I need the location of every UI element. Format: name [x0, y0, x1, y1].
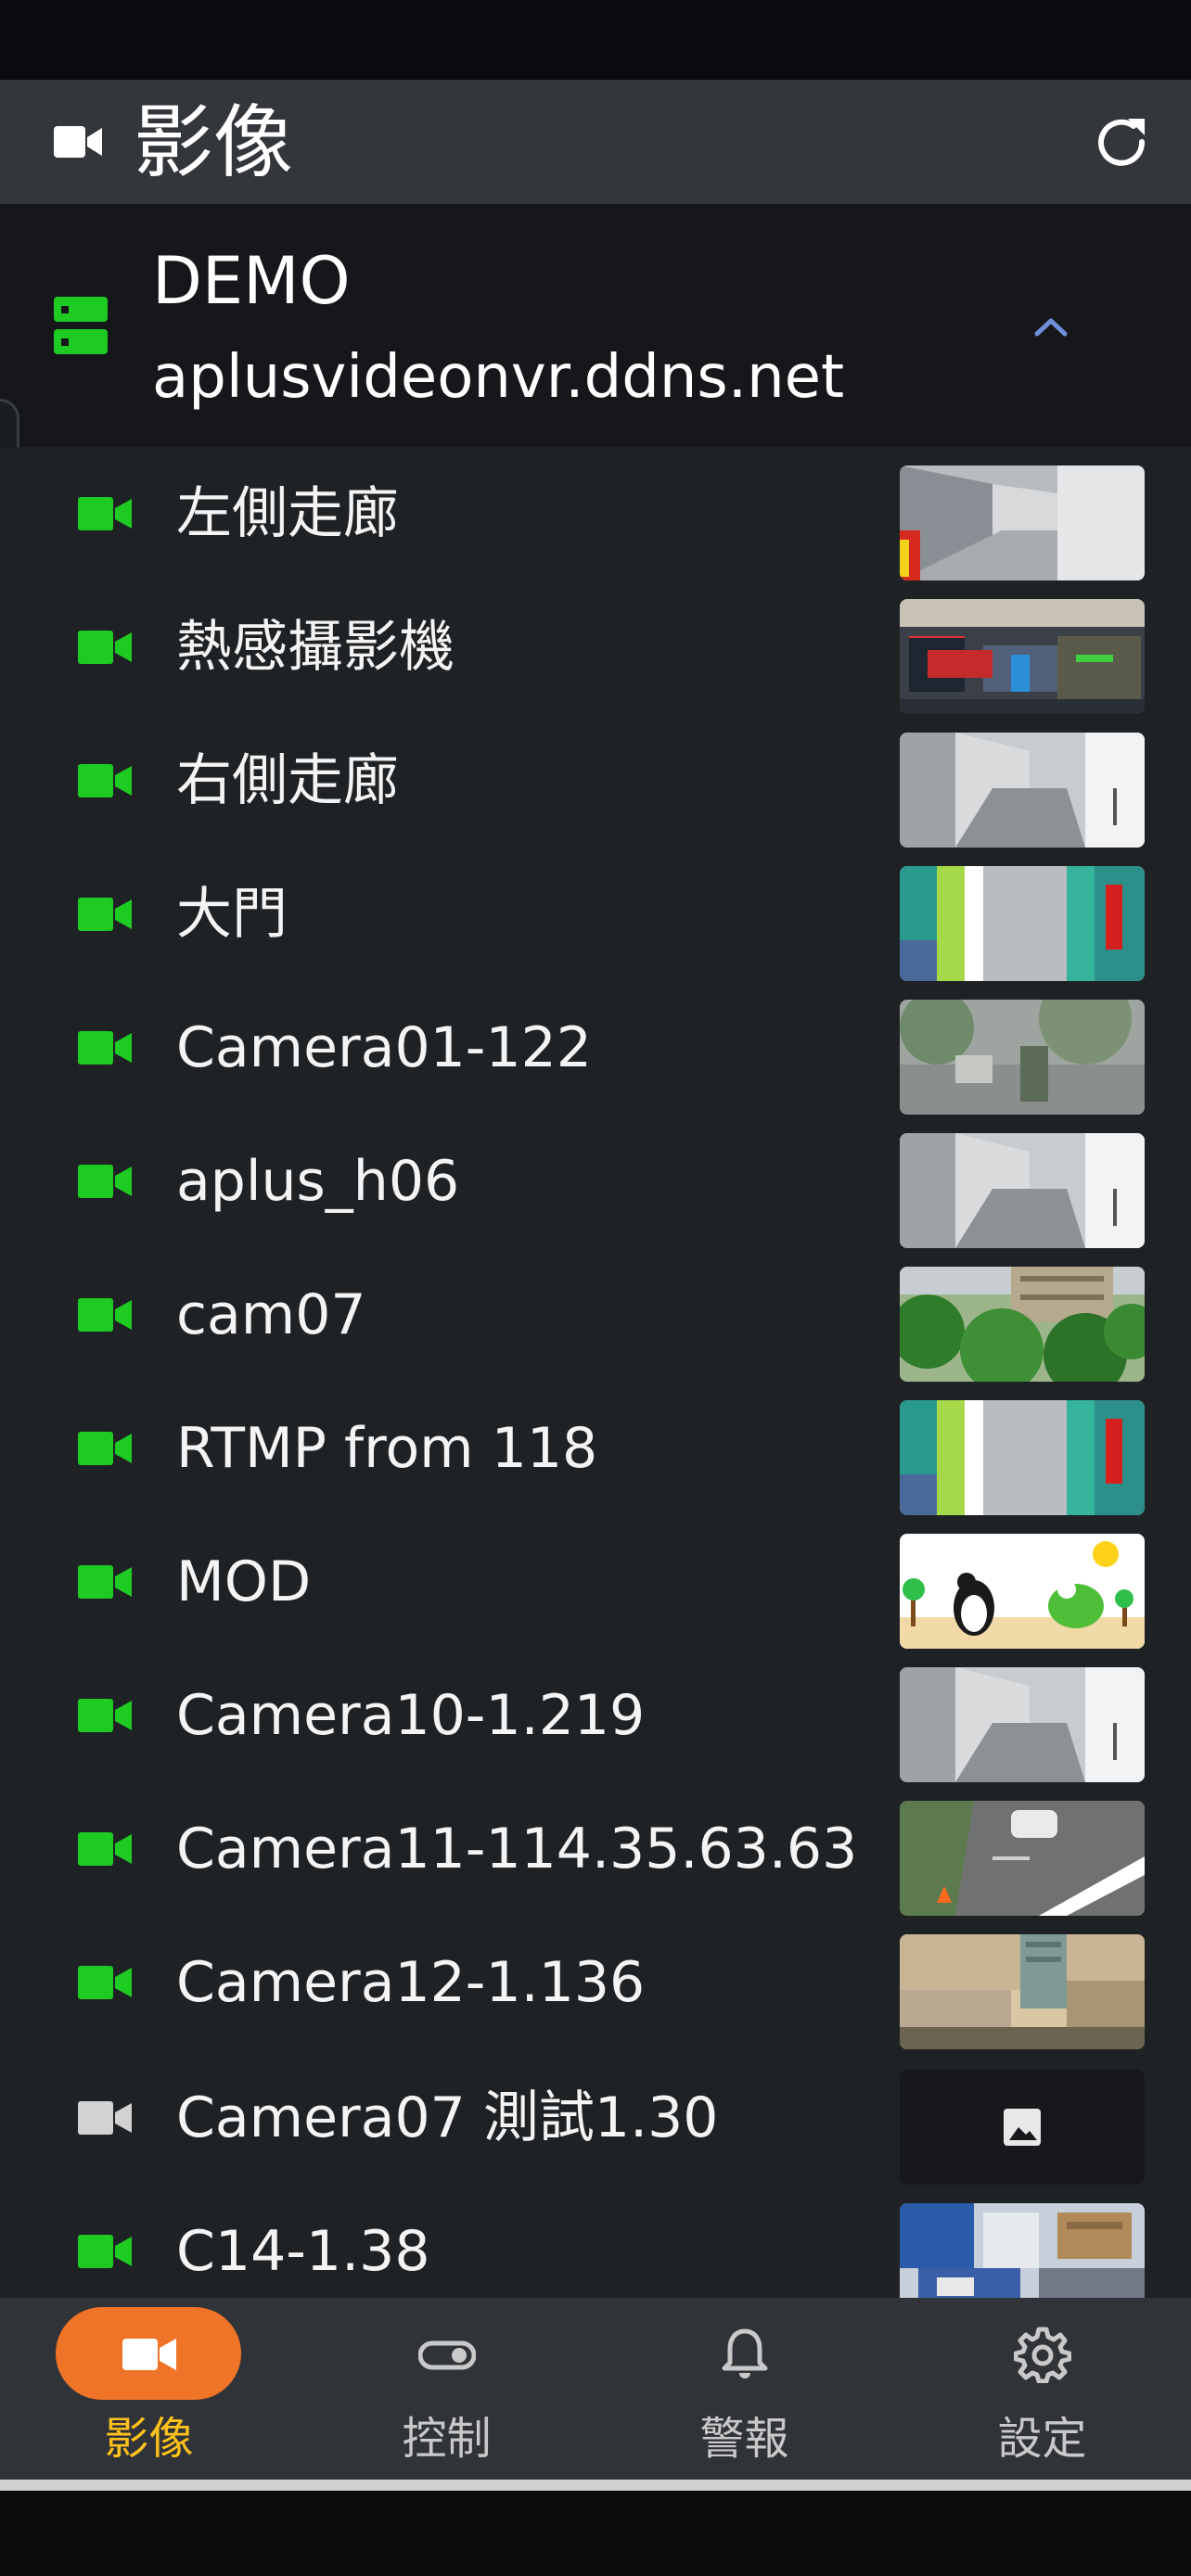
server-name: DEMO: [152, 243, 351, 319]
camera-list-item[interactable]: 左側走廊: [0, 447, 1191, 580]
camera-thumbnail-placeholder[interactable]: [900, 2070, 1145, 2185]
image-placeholder-icon: [1004, 2109, 1041, 2146]
refresh-icon[interactable]: [1093, 113, 1150, 171]
tab-settings[interactable]: 設定: [893, 2298, 1191, 2480]
tab-label: 控制: [402, 2413, 492, 2465]
system-navigation-area: [0, 2491, 1191, 2576]
page-title: 影像: [134, 96, 293, 189]
camera-name: aplus_h06: [176, 1149, 460, 1214]
camera-name: cam07: [176, 1282, 366, 1347]
camera-thumbnail[interactable]: [900, 1667, 1145, 1782]
camera-name: Camera12-1.136: [176, 1950, 646, 2015]
server-host: aplusvideonvr.ddns.net: [152, 343, 845, 412]
chevron-up-icon[interactable]: [1028, 304, 1074, 351]
camera-list-item[interactable]: 右側走廊: [0, 714, 1191, 848]
camera-name: RTMP from 118: [176, 1416, 598, 1481]
video-camera-icon: [78, 1832, 132, 1866]
camera-list-item[interactable]: MOD: [0, 1515, 1191, 1649]
tab-control[interactable]: 控制: [298, 2298, 596, 2480]
toggle-icon: [418, 2340, 476, 2370]
video-camera-icon: [78, 898, 132, 931]
camera-thumbnail[interactable]: [900, 1801, 1145, 1916]
video-camera-icon: [78, 497, 132, 530]
camera-thumbnail[interactable]: [900, 733, 1145, 848]
camera-name: 右側走廊: [176, 748, 399, 813]
camera-thumbnail[interactable]: [900, 1400, 1145, 1515]
camera-list-item[interactable]: C14-1.38: [0, 2185, 1191, 2298]
camera-thumbnail[interactable]: [900, 2203, 1145, 2298]
video-camera-icon: [78, 1165, 132, 1198]
camera-name: Camera01-122: [176, 1015, 592, 1080]
camera-list-item[interactable]: 大門: [0, 848, 1191, 981]
app-header: 影像: [0, 80, 1191, 204]
tab-video[interactable]: 影像: [0, 2298, 298, 2480]
home-indicator: [0, 2480, 1191, 2491]
video-camera-icon: [78, 1432, 132, 1465]
camera-name: MOD: [176, 1549, 312, 1614]
camera-list: 左側走廊熱感攝影機右側走廊大門 Camera01-122 aplus_h06 cam0…: [0, 447, 1191, 2298]
video-camera-icon: [122, 2339, 176, 2370]
video-camera-icon: [54, 126, 102, 158]
camera-list-item[interactable]: aplus_h06: [0, 1115, 1191, 1248]
camera-thumbnail[interactable]: [900, 465, 1145, 580]
video-camera-icon: [78, 1565, 132, 1599]
camera-thumbnail[interactable]: [900, 1133, 1145, 1248]
camera-list-item[interactable]: Camera10-1.219: [0, 1649, 1191, 1782]
camera-name: Camera10-1.219: [176, 1683, 646, 1748]
camera-list-item[interactable]: Camera11-114.35.63.63: [0, 1782, 1191, 1916]
tab-label: 影像: [104, 2413, 194, 2465]
camera-thumbnail[interactable]: [900, 1000, 1145, 1115]
bell-icon: [722, 2328, 768, 2378]
server-icon: [54, 297, 108, 354]
camera-name: 熱感攝影機: [176, 615, 455, 680]
tab-label: 設定: [997, 2413, 1087, 2465]
status-bar: [0, 0, 1191, 80]
video-camera-icon: [78, 2101, 132, 2135]
video-camera-icon: [78, 1298, 132, 1332]
tab-label: 警報: [699, 2413, 789, 2465]
camera-name: Camera07 測試1.30: [176, 2085, 719, 2150]
gear-icon: [1014, 2327, 1071, 2383]
camera-thumbnail[interactable]: [900, 1534, 1145, 1649]
camera-thumbnail[interactable]: [900, 866, 1145, 981]
video-camera-icon: [78, 1966, 132, 1999]
video-camera-icon: [78, 1031, 132, 1065]
video-camera-icon: [78, 2235, 132, 2268]
camera-list-item[interactable]: 熱感攝影機: [0, 580, 1191, 714]
camera-list-item[interactable]: Camera07 測試1.30: [0, 2051, 1191, 2185]
bottom-navigation: 影像 控制 警報 設定: [0, 2298, 1191, 2480]
video-camera-icon: [78, 764, 132, 797]
server-group-header[interactable]: DEMO aplusvideonvr.ddns.net: [0, 204, 1191, 447]
tab-alarm[interactable]: 警報: [596, 2298, 893, 2480]
camera-thumbnail[interactable]: [900, 599, 1145, 714]
camera-list-item[interactable]: Camera12-1.136: [0, 1916, 1191, 2049]
camera-name: C14-1.38: [176, 2219, 430, 2284]
camera-list-item[interactable]: RTMP from 118: [0, 1382, 1191, 1515]
camera-list-item[interactable]: Camera01-122: [0, 981, 1191, 1115]
camera-name: 左側走廊: [176, 481, 399, 546]
camera-list-item[interactable]: cam07: [0, 1248, 1191, 1382]
video-camera-icon: [78, 631, 132, 664]
camera-name: 大門: [176, 882, 288, 947]
camera-name: Camera11-114.35.63.63: [176, 1817, 858, 1881]
camera-thumbnail[interactable]: [900, 1267, 1145, 1382]
video-camera-icon: [78, 1699, 132, 1732]
camera-thumbnail[interactable]: [900, 1934, 1145, 2049]
